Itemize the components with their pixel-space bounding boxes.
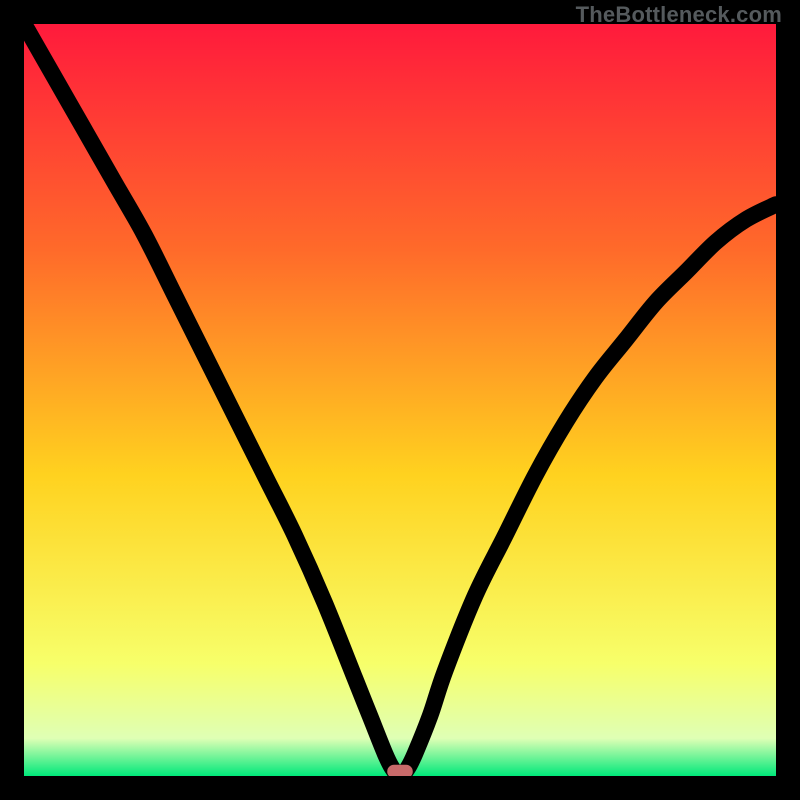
chart-frame: TheBottleneck.com bbox=[0, 0, 800, 800]
minimum-marker bbox=[387, 765, 413, 776]
plot-area bbox=[24, 24, 776, 776]
gradient-background bbox=[24, 24, 776, 776]
chart-svg bbox=[24, 24, 776, 776]
